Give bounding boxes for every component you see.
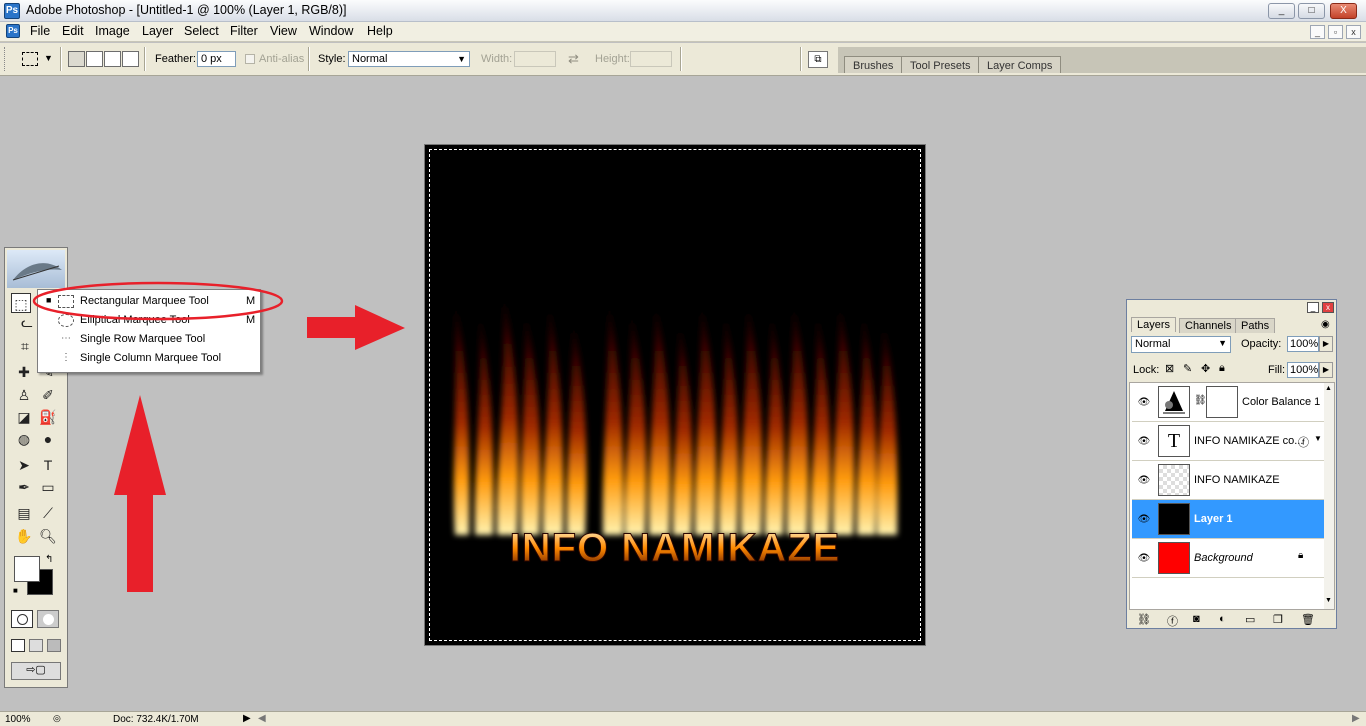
palette-menu-icon[interactable]: ◉ xyxy=(1321,319,1330,330)
black-fill-thumbnail xyxy=(1158,503,1190,535)
blend-mode-value: Normal xyxy=(1135,338,1171,350)
palette-close-icon[interactable]: x xyxy=(1322,302,1334,313)
new-adjustment-icon[interactable]: ◐ xyxy=(1219,613,1226,625)
visibility-eye-icon[interactable]: 👁︎ xyxy=(1137,396,1151,410)
fill-slider-button[interactable]: ▶ xyxy=(1319,362,1333,378)
add-mask-icon[interactable]: ◙ xyxy=(1193,613,1200,625)
tab-paths[interactable]: Paths xyxy=(1235,318,1276,333)
delete-layer-icon[interactable]: 🗑︎ xyxy=(1301,613,1315,626)
zoom-level[interactable]: 100% xyxy=(5,714,31,725)
red-fill-thumbnail xyxy=(1158,542,1190,574)
layer-name: Background xyxy=(1194,552,1253,564)
visibility-eye-icon[interactable]: 👁︎ xyxy=(1137,474,1151,488)
document-canvas[interactable]: INFO NAMIKAZE xyxy=(424,144,926,646)
layer-row[interactable]: 👁︎ T INFO NAMIKAZE co... ⓕ ▼ xyxy=(1132,422,1324,461)
layer-list: 👁︎ ⛓ Color Balance 1 👁︎ T INFO NAMIKAZE … xyxy=(1129,382,1335,610)
status-bar: 100% ◎ Doc: 732.4K/1.70M ▶ ◀ ▶ xyxy=(0,711,1366,726)
opacity-input[interactable]: 100% xyxy=(1287,336,1319,352)
scroll-up-icon[interactable]: ▲ xyxy=(1325,385,1332,392)
doc-size: Doc: 732.4K/1.70M xyxy=(113,714,199,725)
chain-link-icon[interactable]: ⛓ xyxy=(1194,395,1207,406)
layer-actions-bar: ⛓ ⓕ ◙ ◐ ▭ ❐ 🗑︎ xyxy=(1127,612,1336,628)
layer-style-icon[interactable]: ⓕ xyxy=(1298,434,1309,450)
lock-icon: 🔒︎ xyxy=(1298,550,1304,561)
lock-transparency-icon[interactable]: ⊠ xyxy=(1165,362,1174,375)
opacity-label: Opacity: xyxy=(1241,338,1282,350)
link-layers-icon[interactable]: ⛓ xyxy=(1137,613,1151,626)
mask-thumbnail xyxy=(1206,386,1238,418)
status-menu-arrow-icon[interactable]: ▶ xyxy=(243,713,251,724)
status-round-icon[interactable]: ◎ xyxy=(53,713,61,724)
lock-label: Lock: xyxy=(1133,364,1160,376)
layer-name: Color Balance 1 xyxy=(1242,396,1321,408)
tab-channels[interactable]: Channels xyxy=(1179,318,1238,333)
layer-name: INFO NAMIKAZE co... xyxy=(1194,435,1304,447)
highlight-ellipse xyxy=(32,281,284,321)
lock-position-icon[interactable]: ✥ xyxy=(1201,362,1210,375)
adjustment-thumbnail xyxy=(1158,386,1190,418)
palette-minimize-icon[interactable]: _ xyxy=(1307,302,1319,313)
new-layer-icon[interactable]: ❐ xyxy=(1273,613,1283,626)
layer-row-selected[interactable]: 👁︎ Layer 1 xyxy=(1132,500,1324,539)
layer-row[interactable]: 👁︎ INFO NAMIKAZE xyxy=(1132,461,1324,500)
fill-input[interactable]: 100% xyxy=(1287,362,1319,378)
arrow-up-icon xyxy=(114,395,166,592)
lock-pixels-icon[interactable]: ✎ xyxy=(1183,362,1192,375)
scroll-down-icon[interactable]: ▼ xyxy=(1325,597,1332,604)
new-group-icon[interactable]: ▭ xyxy=(1245,613,1255,626)
expand-effects-icon[interactable]: ▼ xyxy=(1314,434,1322,443)
layer-name: Layer 1 xyxy=(1194,513,1233,525)
add-style-icon[interactable]: ⓕ xyxy=(1167,613,1178,629)
layer-scrollbar[interactable]: ▲ ▼ xyxy=(1324,383,1334,609)
selection-marquee xyxy=(429,149,921,641)
layer-row[interactable]: 👁︎ ⛓ Color Balance 1 xyxy=(1132,383,1324,422)
layer-row[interactable]: 👁︎ Background 🔒︎ xyxy=(1132,539,1324,578)
fill-label: Fill: xyxy=(1268,364,1286,376)
blend-mode-select[interactable]: Normal ▼ xyxy=(1131,336,1231,353)
arrow-right-icon xyxy=(307,305,405,350)
text-layer-thumbnail: T xyxy=(1158,425,1190,457)
palette-titlebar[interactable]: _ x xyxy=(1127,300,1336,315)
visibility-eye-icon[interactable]: 👁︎ xyxy=(1137,513,1151,527)
visibility-eye-icon[interactable]: 👁︎ xyxy=(1137,435,1151,449)
chevron-down-icon: ▼ xyxy=(1218,338,1227,348)
visibility-eye-icon[interactable]: 👁︎ xyxy=(1137,552,1151,566)
layers-palette: _ x Layers Channels Paths ◉ Normal ▼ Opa… xyxy=(1126,299,1337,629)
lock-all-icon[interactable]: 🔒︎ xyxy=(1219,362,1225,375)
transparent-thumbnail xyxy=(1158,464,1190,496)
layer-name: INFO NAMIKAZE xyxy=(1194,474,1280,486)
opacity-slider-button[interactable]: ▶ xyxy=(1319,336,1333,352)
scroll-right-icon[interactable]: ▶ xyxy=(1352,713,1360,724)
tab-layers[interactable]: Layers xyxy=(1131,317,1177,332)
scroll-left-icon[interactable]: ◀ xyxy=(258,713,266,724)
